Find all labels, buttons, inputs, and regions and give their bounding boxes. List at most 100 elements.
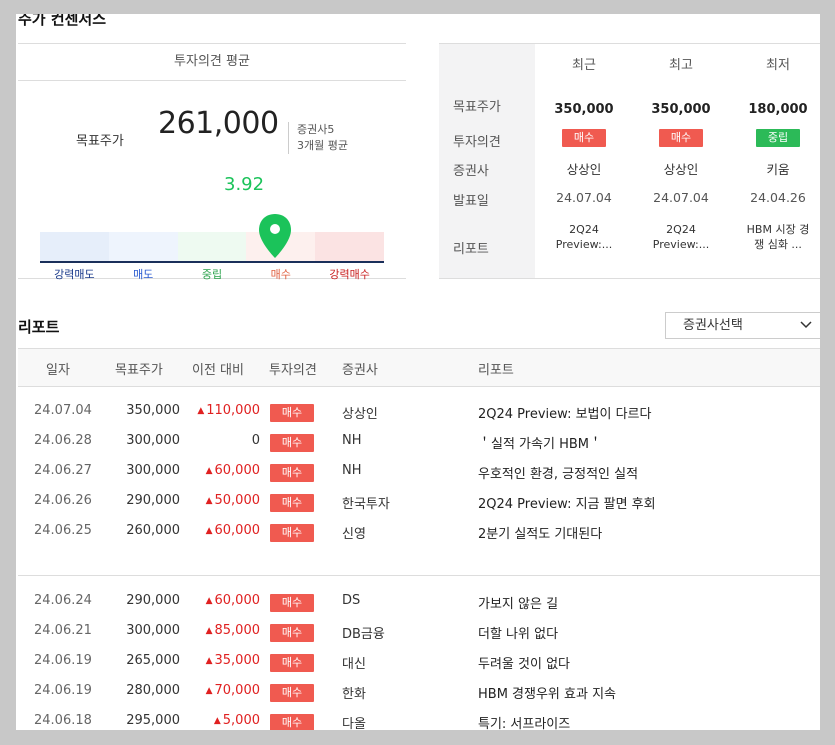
- broker-select-dropdown[interactable]: 증권사선택: [665, 312, 820, 339]
- opinion-average-header: 투자의견 평균: [18, 44, 406, 81]
- row-report-title[interactable]: 특기: 서프라이즈: [478, 713, 570, 730]
- row-broker: 상상인: [342, 407, 378, 422]
- report-line-2: Preview:...: [555, 238, 613, 251]
- up-triangle-icon: ▲: [205, 686, 213, 696]
- opinion-badge: 매수: [270, 684, 314, 702]
- table-row[interactable]: 24.06.28 300,000 0 매수 NH ＇실적 가속기 HBM＇: [18, 428, 820, 458]
- header-change: 이전 대비: [192, 363, 244, 378]
- consensus-panel: 주가 컨센서스 투자의견 평균 목표주가 261,000 증권사5 3개월 평균…: [16, 14, 820, 730]
- target-price-label: 목표주가: [76, 134, 124, 149]
- column-header-high: 최고: [669, 58, 693, 73]
- row-change-value: 35,000: [214, 653, 261, 668]
- table-row[interactable]: 24.07.04 350,000 ▲ 110,000 매수 상상인 2Q24 Preview…: [18, 398, 820, 428]
- row-report-title[interactable]: 두려울 것이 없다: [478, 653, 570, 672]
- row-broker: NH: [342, 433, 362, 448]
- row-report-title[interactable]: 가보지 않은 길: [478, 593, 558, 612]
- table-row[interactable]: 24.06.21 300,000 ▲ 85,000 매수 DB금융 더할 나위 없다: [18, 618, 820, 648]
- row-report-title[interactable]: 더할 나위 없다: [478, 623, 558, 642]
- row-broker: 한국투자: [342, 497, 390, 512]
- target-price-subinfo: 증권사5 3개월 평균: [288, 122, 348, 154]
- row-change: ▲ 110,000: [197, 403, 260, 418]
- table-row[interactable]: 24.06.27 300,000 ▲ 60,000 매수 NH 우호적인 환경, 긍정적인 …: [18, 458, 820, 488]
- report-line-1: 2Q24: [666, 223, 696, 236]
- row-broker: DB금융: [342, 627, 385, 642]
- average-period: 3개월 평균: [297, 139, 348, 152]
- low-broker: 키움: [766, 162, 790, 177]
- row-change: 0: [252, 433, 260, 448]
- row-date: 24.06.26: [34, 493, 92, 508]
- opinion-badge: 매수: [659, 129, 703, 147]
- table-row[interactable]: 24.06.19 265,000 ▲ 35,000 매수 대신 두려울 것이 없다: [18, 648, 820, 678]
- row-opinion: 매수: [270, 684, 314, 702]
- row-change-value: 60,000: [214, 463, 261, 478]
- row-target-price: 295,000: [126, 713, 180, 728]
- row-opinion: 매수: [270, 624, 314, 642]
- table-row[interactable]: 24.06.25 260,000 ▲ 60,000 매수 신영 2분기 실적도 기대된다: [18, 518, 820, 548]
- gauge-segment-neutral: [177, 232, 247, 261]
- row-label-opinion: 투자의견: [453, 135, 501, 150]
- gauge-label-sell: 매도: [133, 268, 154, 281]
- chevron-down-icon: [800, 313, 812, 347]
- report-line-2: 쟁 심화 ...: [754, 238, 802, 251]
- row-change-value: 70,000: [214, 683, 261, 698]
- row-target-price: 300,000: [126, 463, 180, 478]
- gauge-label-neutral: 중립: [201, 268, 223, 281]
- table-row[interactable]: 24.06.19 280,000 ▲ 70,000 매수 한화 HBM 경쟁우위 효과 지속: [18, 678, 820, 708]
- row-label-column: 목표주가 투자의견 증권사 발표일 리포트: [439, 44, 535, 278]
- report-line-1: 2Q24: [569, 223, 599, 236]
- high-target-price: 350,000: [651, 102, 711, 117]
- map-pin-icon: [259, 214, 292, 258]
- row-broker: DS: [342, 593, 361, 608]
- row-change-value: 0: [251, 433, 260, 448]
- report-line-1: HBM 시장 경: [746, 223, 810, 236]
- row-broker: 다올: [342, 717, 366, 730]
- recent-broker: 상상인: [566, 162, 602, 177]
- low-date: 24.04.26: [750, 190, 806, 205]
- up-triangle-icon: ▲: [205, 596, 213, 606]
- row-change-value: 60,000: [214, 523, 261, 538]
- row-report-title[interactable]: 우호적인 환경, 긍정적인 실적: [478, 463, 638, 482]
- opinion-score: 3.92: [224, 174, 265, 195]
- row-label-target-price: 목표주가: [453, 100, 501, 115]
- table-row[interactable]: 24.06.24 290,000 ▲ 60,000 매수 DS 가보지 않은 길: [18, 588, 820, 618]
- row-change-value: 5,000: [222, 713, 260, 728]
- row-report-title[interactable]: 2Q24 Preview: 보법이 다르다: [478, 403, 651, 422]
- recent-report-link[interactable]: 2Q24 Preview:...: [536, 222, 632, 252]
- target-price-value: 261,000: [158, 106, 279, 141]
- table-row[interactable]: 24.06.26 290,000 ▲ 50,000 매수 한국투자 2Q24 Preview…: [18, 488, 820, 518]
- header-opinion: 투자의견: [269, 363, 317, 378]
- header-date: 일자: [46, 363, 70, 378]
- row-opinion: 매수: [270, 494, 314, 512]
- low-opinion: 중립: [730, 129, 820, 147]
- recent-target-price: 350,000: [554, 102, 614, 117]
- row-broker: 한화: [342, 687, 366, 702]
- row-date: 24.06.18: [34, 713, 92, 728]
- row-target-price: 300,000: [126, 623, 180, 638]
- high-date: 24.07.04: [653, 190, 709, 205]
- broker-select-value: 증권사선택: [683, 318, 743, 333]
- high-report-link[interactable]: 2Q24 Preview:...: [633, 222, 729, 252]
- row-report-title[interactable]: 2분기 실적도 기대된다: [478, 523, 602, 542]
- opinion-badge: 매수: [270, 624, 314, 642]
- row-target-price: 290,000: [126, 493, 180, 508]
- section-title: 주가 컨센서스: [18, 14, 107, 28]
- row-target-price: 260,000: [126, 523, 180, 538]
- row-change: ▲ 35,000: [206, 653, 260, 668]
- table-row[interactable]: 24.06.18 295,000 ▲ 5,000 매수 다올 특기: 서프라이즈: [18, 708, 820, 730]
- row-change-value: 50,000: [214, 493, 261, 508]
- row-target-price: 265,000: [126, 653, 180, 668]
- row-target-price: 350,000: [126, 403, 180, 418]
- row-date: 24.06.27: [34, 463, 92, 478]
- up-triangle-icon: ▲: [205, 656, 213, 666]
- opinion-badge: 중립: [756, 129, 800, 147]
- report-table-header: 일자 목표주가 이전 대비 투자의견 증권사 리포트: [18, 348, 820, 387]
- row-report-title[interactable]: ＇실적 가속기 HBM＇: [478, 433, 602, 452]
- row-report-title[interactable]: HBM 경쟁우위 효과 지속: [478, 683, 616, 702]
- gauge-label-strong-sell: 강력매도: [54, 268, 95, 281]
- row-report-title[interactable]: 2Q24 Preview: 지금 팔면 후회: [478, 493, 656, 512]
- gauge-labels: 강력매도 매도 중립 매수 강력매수: [40, 266, 384, 282]
- column-header-recent: 최근: [572, 58, 596, 73]
- low-report-link[interactable]: HBM 시장 경 쟁 심화 ...: [730, 222, 820, 252]
- low-target-price: 180,000: [748, 102, 808, 117]
- row-date: 24.06.21: [34, 623, 92, 638]
